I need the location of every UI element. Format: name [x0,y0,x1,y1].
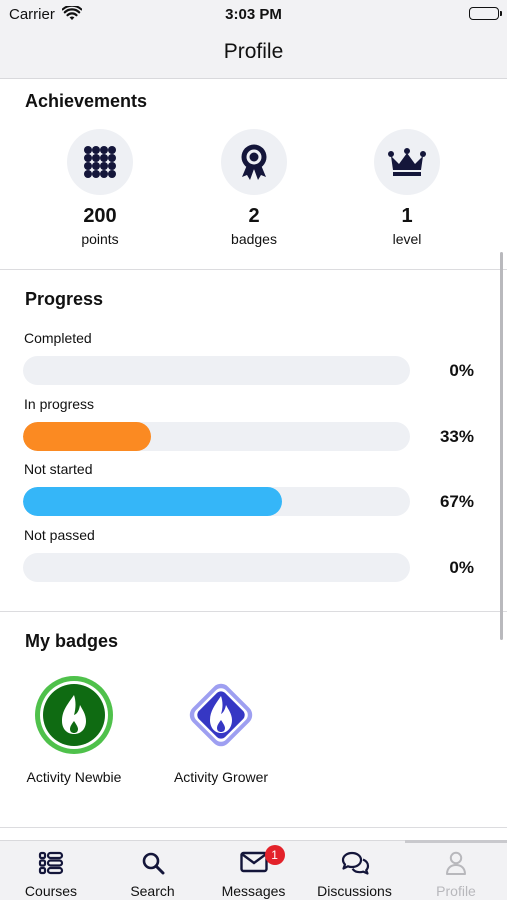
level-value: 1 [401,205,413,227]
achievement-level: 1 level [357,129,457,247]
tab-discussions[interactable]: Discussions [304,841,405,900]
section-divider [0,269,507,270]
tab-courses[interactable]: Courses [0,841,102,900]
tab-bar: Courses Search 1 Messages Discussions Pr… [0,840,507,900]
badge-label-newbie: Activity Newbie [26,769,122,785]
messages-badge: 1 [264,845,285,865]
crown-icon [388,148,426,176]
progress-fill-in-progress [23,422,151,451]
chat-bubbles-icon [341,851,369,875]
achievement-badges: 2 badges [204,129,304,247]
tab-label-messages: Messages [221,883,286,899]
status-bar: Carrier 3:03 PM [0,0,507,28]
achievement-points: 200 points [50,129,150,247]
progress-bar-completed [23,356,410,385]
progress-label-not-started: Not started [24,461,93,477]
section-divider [0,827,507,828]
grid-dots-icon [84,146,116,178]
tab-label-search: Search [130,883,175,899]
tab-search[interactable]: Search [102,841,203,900]
progress-percent-completed: 0% [449,361,474,380]
flame-icon [189,683,253,747]
progress-label-completed: Completed [24,330,92,346]
tab-label-discussions: Discussions [317,883,392,899]
battery-icon [469,7,502,20]
progress-fill-not-started [23,487,283,516]
navigation-bar: Profile [0,28,507,79]
section-divider [0,611,507,612]
person-icon [446,851,466,875]
achievements-title: Achievements [25,91,148,111]
badge-activity-grower[interactable]: Activity Grower [166,675,276,785]
progress-percent-not-passed: 0% [449,558,474,577]
my-badges-title: My badges [25,631,119,651]
badges-circle [221,129,287,195]
search-icon [142,852,164,875]
points-label: points [81,231,119,247]
level-label: level [392,231,422,247]
points-circle [67,129,133,195]
courses-list-icon [38,851,64,875]
progress-bar-in-progress [23,422,410,451]
badge-label-grower: Activity Grower [173,769,269,785]
badges-value: 2 [248,205,260,227]
progress-percent-in-progress: 33% [439,427,474,446]
points-value: 200 [83,205,117,227]
flame-icon [35,676,113,754]
active-tab-indicator [405,840,507,843]
profile-content[interactable]: Achievements 200 points 2 badges 1 level… [0,80,507,840]
progress-bar-not-passed [23,553,410,582]
progress-percent-not-started: 67% [439,492,474,511]
progress-bar-not-started [23,487,410,516]
badge-activity-newbie[interactable]: Activity Newbie [19,675,129,785]
level-circle [374,129,440,195]
tab-profile[interactable]: Profile [405,840,507,900]
tab-label-courses: Courses [24,883,78,899]
progress-title: Progress [25,289,104,309]
envelope-icon [239,851,268,873]
clock: 3:03 PM [225,6,282,23]
tab-label-profile: Profile [436,883,476,899]
tab-messages[interactable]: 1 Messages [203,841,304,900]
scrollbar[interactable] [500,252,503,640]
page-title: Profile [223,40,284,63]
progress-label-not-passed: Not passed [24,527,95,543]
award-ribbon-icon [241,144,267,180]
badges-label: badges [231,231,277,247]
progress-label-in-progress: In progress [24,396,95,412]
